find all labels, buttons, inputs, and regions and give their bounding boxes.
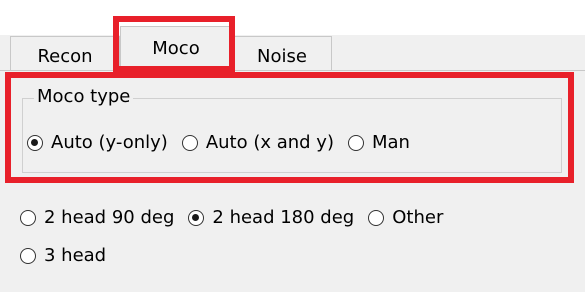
tab-noise-label: Noise <box>257 46 307 67</box>
radio-unchecked-icon[interactable] <box>181 134 198 151</box>
radio-unchecked-icon[interactable] <box>347 134 364 151</box>
radio-other[interactable]: Other <box>368 207 443 228</box>
tab-moco[interactable]: Moco <box>120 26 232 72</box>
radio-3-head-label: 3 head <box>44 245 107 266</box>
head-options-row-2: 3 head <box>20 245 120 266</box>
radio-auto-x-and-y-label: Auto (x and y) <box>205 132 334 153</box>
radio-2-head-90-label: 2 head 90 deg <box>44 207 175 228</box>
radio-unchecked-icon[interactable] <box>20 209 36 226</box>
radio-2-head-90[interactable]: 2 head 90 deg <box>20 207 174 228</box>
tab-noise[interactable]: Noise <box>232 36 332 71</box>
radio-man[interactable]: Man <box>347 132 410 153</box>
radio-2-head-180[interactable]: 2 head 180 deg <box>188 207 354 228</box>
radio-unchecked-icon[interactable] <box>368 209 385 226</box>
radio-other-label: Other <box>392 207 444 228</box>
radio-unchecked-icon[interactable] <box>20 247 36 264</box>
moco-type-options: Auto (y-only) Auto (x and y) Man <box>27 132 424 153</box>
radio-auto-y-only-label: Auto (y-only) <box>51 132 168 153</box>
tab-recon[interactable]: Recon <box>10 36 120 71</box>
tab-recon-label: Recon <box>37 46 93 67</box>
radio-3-head[interactable]: 3 head <box>20 245 106 266</box>
moco-type-title: Moco type <box>34 86 134 108</box>
tab-moco-label: Moco <box>152 38 200 59</box>
head-options-row: 2 head 90 deg 2 head 180 deg Other <box>20 207 457 228</box>
radio-checked-icon[interactable] <box>27 134 43 151</box>
radio-man-label: Man <box>371 132 410 153</box>
radio-auto-y-only[interactable]: Auto (y-only) <box>27 132 168 153</box>
tab-divider <box>0 70 585 71</box>
radio-2-head-180-label: 2 head 180 deg <box>212 207 355 228</box>
radio-auto-x-and-y[interactable]: Auto (x and y) <box>181 132 334 153</box>
radio-checked-icon[interactable] <box>188 209 205 226</box>
top-strip <box>0 0 585 35</box>
